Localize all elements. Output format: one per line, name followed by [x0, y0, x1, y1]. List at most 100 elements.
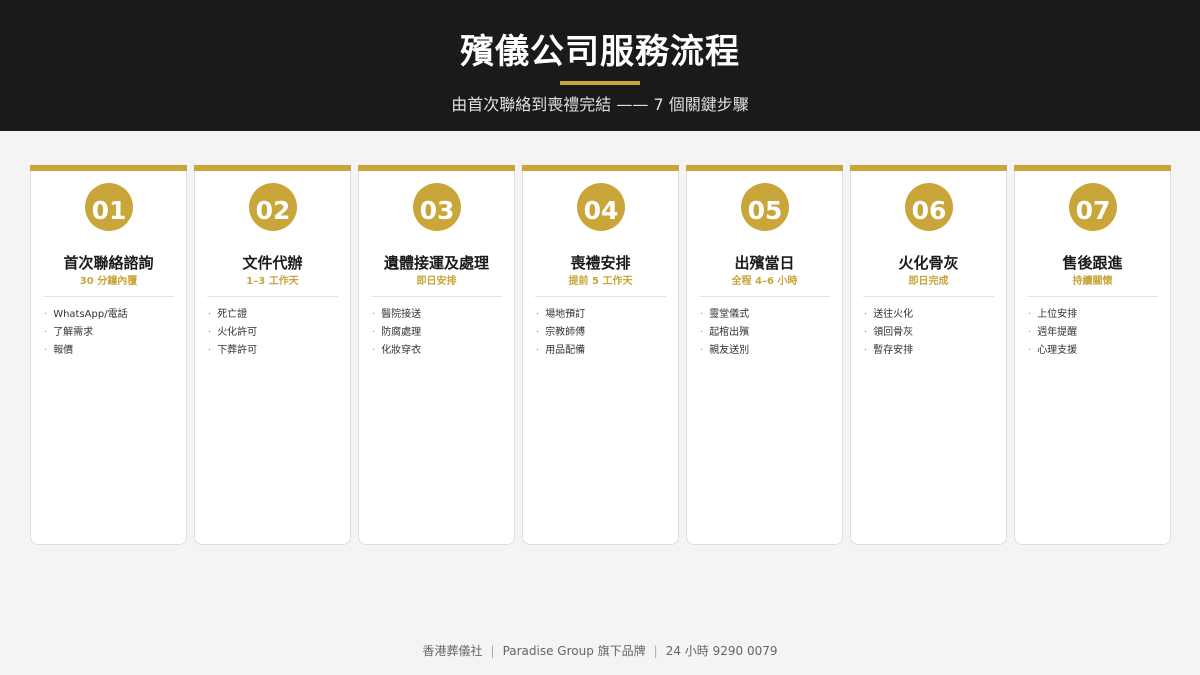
bullet-icon: · — [44, 345, 48, 356]
bullet-icon: · — [372, 327, 376, 338]
step-timing: 即日安排 — [416, 276, 457, 287]
list-item: · 送往火化 — [864, 306, 998, 324]
step-card-5: 05 出殯當日 全程 4–6 小時 · 靈堂儀式 · 起棺出殯 · 親友送別 — [686, 165, 843, 545]
bullet-icon: · — [700, 345, 704, 356]
list-item-text: 醫院接送 — [381, 309, 422, 320]
step-item-list: · WhatsApp/電話 · 了解需求 · 報價 — [44, 306, 178, 360]
step-item-list: · 靈堂儀式 · 起棺出殯 · 親友送別 — [700, 306, 834, 360]
list-item-text: 下葬許可 — [217, 345, 258, 356]
list-item-text: 送往火化 — [873, 309, 914, 320]
list-item: · 宗教師傅 — [536, 324, 670, 342]
list-item: · 起棺出殯 — [700, 324, 834, 342]
card-top-bar — [522, 165, 679, 171]
list-item: · 場地預訂 — [536, 306, 670, 324]
bullet-icon: · — [1028, 345, 1032, 356]
step-card-7: 07 售後跟進 持續關懷 · 上位安排 · 週年提醒 · 心理支援 — [1014, 165, 1171, 545]
bullet-icon: · — [208, 327, 212, 338]
title-underline — [560, 81, 640, 85]
list-item: · 火化許可 — [208, 324, 342, 342]
step-item-list: · 送往火化 · 領回骨灰 · 暫存安排 — [864, 306, 998, 360]
list-item: · 週年提醒 — [1028, 324, 1162, 342]
step-title: 火化骨灰 — [898, 254, 959, 272]
footer: 香港葬儀社 | Paradise Group 旗下品牌 | 24 小時 9290 007… — [0, 642, 1200, 660]
step-title: 出殯當日 — [734, 254, 795, 272]
separator: | — [490, 644, 495, 658]
list-item: · 防腐處理 — [372, 324, 506, 342]
card-divider — [699, 296, 830, 297]
bullet-icon: · — [44, 327, 48, 338]
bullet-icon: · — [864, 309, 868, 320]
card-top-bar — [850, 165, 1007, 171]
step-card-6: 06 火化骨灰 即日完成 · 送往火化 · 領回骨灰 · 暫存安排 — [850, 165, 1007, 545]
card-divider — [371, 296, 502, 297]
bullet-icon: · — [700, 309, 704, 320]
step-card-3: 03 遺體接運及處理 即日安排 · 醫院接送 · 防腐處理 · 化妝穿衣 — [358, 165, 515, 545]
list-item-text: 宗教師傅 — [545, 327, 586, 338]
step-card-2: 02 文件代辦 1–3 工作天 · 死亡證 · 火化許可 · 下葬許可 — [194, 165, 351, 545]
list-item-text: 用品配備 — [545, 345, 586, 356]
page-title: 殯儀公司服務流程 — [460, 32, 740, 72]
list-item: · 心理支援 — [1028, 342, 1162, 360]
card-divider — [43, 296, 174, 297]
steps-container: 01 首次聯絡諮詢 30 分鐘內覆 · WhatsApp/電話 · 了解需求 · 報價… — [30, 165, 1172, 546]
step-title: 喪禮安排 — [570, 254, 631, 272]
list-item: · 下葬許可 — [208, 342, 342, 360]
bullet-icon: · — [208, 309, 212, 320]
list-item: · 領回骨灰 — [864, 324, 998, 342]
list-item-text: 週年提醒 — [1037, 327, 1078, 338]
step-timing: 全程 4–6 小時 — [731, 276, 798, 287]
step-card-4: 04 喪禮安排 提前 5 工作天 · 場地預訂 · 宗教師傅 · 用品配備 — [522, 165, 679, 545]
bullet-icon: · — [864, 345, 868, 356]
list-item-text: WhatsApp/電話 — [53, 309, 128, 320]
list-item-text: 火化許可 — [217, 327, 258, 338]
bullet-icon: · — [536, 309, 540, 320]
step-timing: 即日完成 — [908, 276, 949, 287]
list-item: · 死亡證 — [208, 306, 342, 324]
step-timing: 提前 5 工作天 — [568, 276, 633, 287]
step-number-badge: 02 — [249, 183, 297, 231]
step-timing: 持續關懷 — [1072, 276, 1113, 287]
list-item: · 暫存安排 — [864, 342, 998, 360]
card-divider — [207, 296, 338, 297]
bullet-icon: · — [208, 345, 212, 356]
list-item: · 靈堂儀式 — [700, 306, 834, 324]
list-item: · 親友送別 — [700, 342, 834, 360]
list-item-text: 心理支援 — [1037, 345, 1078, 356]
card-divider — [535, 296, 666, 297]
header: 殯儀公司服務流程 由首次聯絡到喪禮完結 —— 7 個關鍵步驟 — [0, 0, 1200, 131]
list-item-text: 親友送別 — [709, 345, 750, 356]
list-item-text: 暫存安排 — [873, 345, 914, 356]
step-title: 遺體接運及處理 — [383, 254, 489, 272]
step-number-badge: 03 — [413, 183, 461, 231]
list-item: · 醫院接送 — [372, 306, 506, 324]
list-item-text: 報價 — [53, 345, 74, 356]
page-subtitle: 由首次聯絡到喪禮完結 —— 7 個關鍵步驟 — [451, 95, 749, 114]
bullet-icon: · — [864, 327, 868, 338]
card-top-bar — [686, 165, 843, 171]
card-divider — [1027, 296, 1158, 297]
list-item-text: 靈堂儀式 — [709, 309, 750, 320]
list-item: · 了解需求 — [44, 324, 178, 342]
list-item: · 報價 — [44, 342, 178, 360]
card-top-bar — [194, 165, 351, 171]
footer-hotline: 24 小時 9290 0079 — [665, 644, 778, 658]
step-number-badge: 07 — [1069, 183, 1117, 231]
bullet-icon: · — [536, 327, 540, 338]
step-item-list: · 死亡證 · 火化許可 · 下葬許可 — [208, 306, 342, 360]
step-title: 文件代辦 — [242, 254, 303, 272]
card-divider — [863, 296, 994, 297]
bullet-icon: · — [1028, 327, 1032, 338]
card-top-bar — [30, 165, 187, 171]
step-timing: 30 分鐘內覆 — [79, 276, 138, 287]
bullet-icon: · — [536, 345, 540, 356]
step-number-badge: 06 — [905, 183, 953, 231]
list-item-text: 上位安排 — [1037, 309, 1078, 320]
step-title: 首次聯絡諮詢 — [63, 254, 154, 272]
separator: | — [653, 644, 658, 658]
step-item-list: · 上位安排 · 週年提醒 · 心理支援 — [1028, 306, 1162, 360]
list-item: · WhatsApp/電話 — [44, 306, 178, 324]
list-item: · 上位安排 — [1028, 306, 1162, 324]
list-item-text: 死亡證 — [217, 309, 248, 320]
step-item-list: · 場地預訂 · 宗教師傅 · 用品配備 — [536, 306, 670, 360]
step-item-list: · 醫院接送 · 防腐處理 · 化妝穿衣 — [372, 306, 506, 360]
